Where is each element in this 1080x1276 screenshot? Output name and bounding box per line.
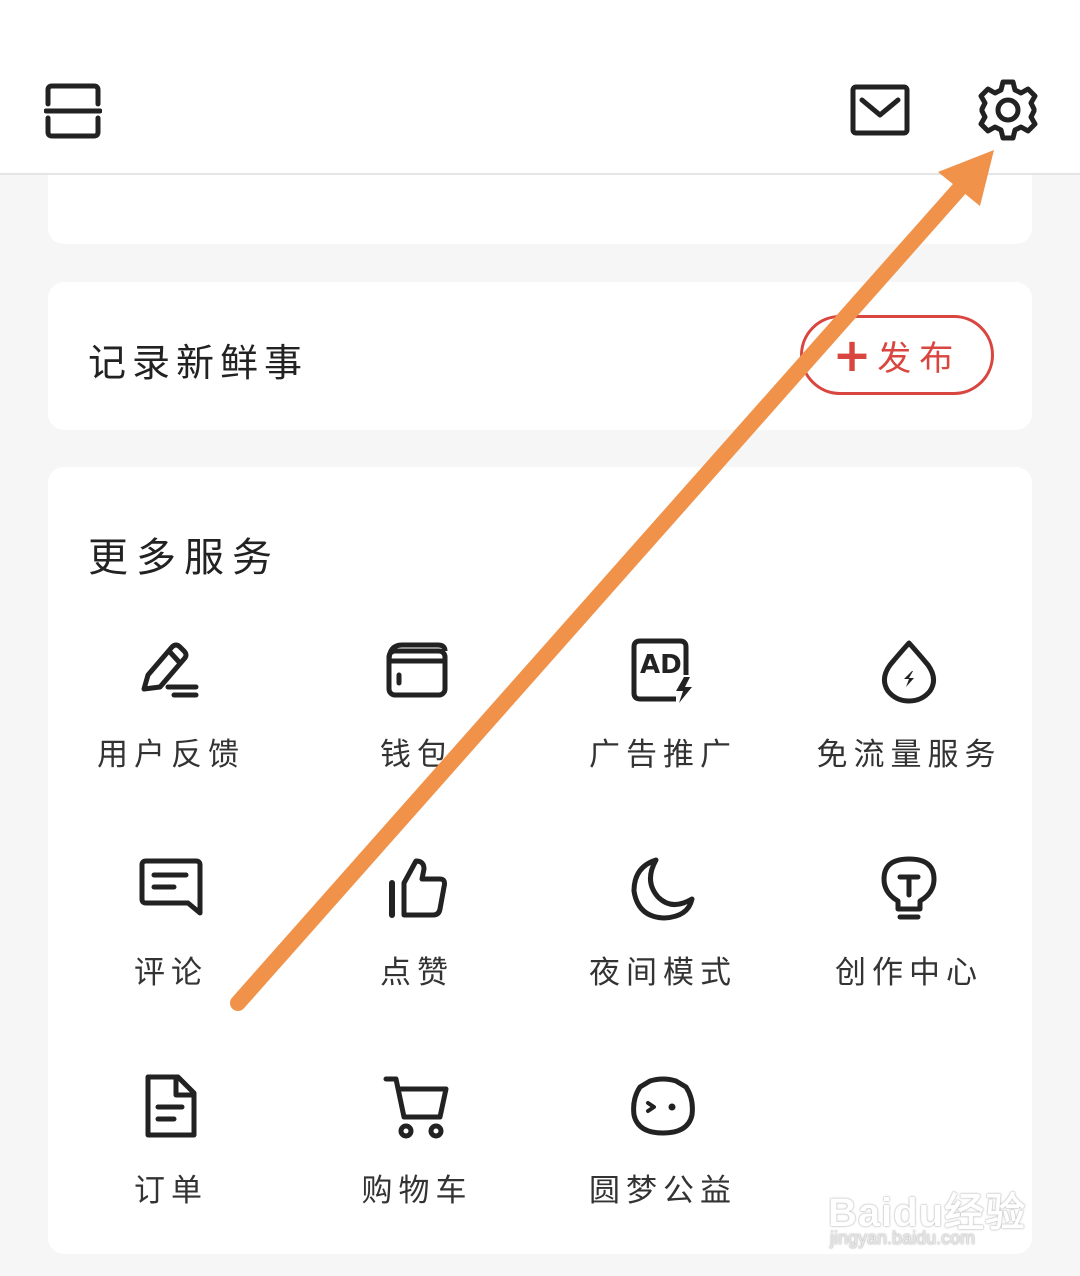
service-creator-center[interactable]: 创作中心 xyxy=(786,845,1032,1045)
post-card: 记录新鲜事 + 发布 xyxy=(48,282,1032,430)
service-orders[interactable]: 订单 xyxy=(48,1063,294,1263)
ad-icon: AD xyxy=(631,638,692,703)
service-label: 订单 xyxy=(134,1173,208,1209)
data-drop-icon xyxy=(882,640,936,704)
service-label: 创作中心 xyxy=(835,955,983,991)
wallet-icon xyxy=(386,642,448,698)
service-likes[interactable]: 点赞 xyxy=(294,845,540,1045)
service-charity[interactable]: 圆梦公益 xyxy=(540,1063,786,1263)
service-ad-promotion[interactable]: AD 广告推广 xyxy=(540,627,786,827)
service-label: 圆梦公益 xyxy=(589,1173,737,1209)
lightbulb-icon xyxy=(881,856,937,920)
scan-icon[interactable] xyxy=(44,82,102,140)
profile-card-bottom xyxy=(48,175,1032,244)
service-label: 评论 xyxy=(134,955,208,991)
publish-button[interactable]: + 发布 xyxy=(800,315,994,395)
gear-icon[interactable] xyxy=(976,78,1040,142)
service-label: 点赞 xyxy=(380,955,454,991)
service-label: 夜间模式 xyxy=(589,955,737,991)
service-label: 钱包 xyxy=(380,737,454,773)
feedback-pencil-icon xyxy=(141,642,199,698)
ad-icon-text: AD xyxy=(640,650,682,680)
service-label: 用户反馈 xyxy=(97,737,245,773)
cart-icon xyxy=(383,1076,449,1139)
service-night-mode[interactable]: 夜间模式 xyxy=(540,845,786,1045)
service-label: 购物车 xyxy=(361,1173,473,1209)
more-services-card: 更多服务 用户反馈 钱包 AD 广告推广 免流量服务 评论 点赞 夜间模式 创作… xyxy=(48,467,1032,1254)
comment-icon xyxy=(139,858,203,916)
top-bar xyxy=(0,0,1080,175)
document-icon xyxy=(145,1074,197,1138)
section-title: 更多服务 xyxy=(88,535,280,581)
service-label: 免流量服务 xyxy=(816,737,1002,773)
plus-icon: + xyxy=(832,328,872,382)
watermark: Baidu经验 jingyan.baidu.com xyxy=(828,1158,1028,1258)
service-label: 广告推广 xyxy=(589,737,737,773)
service-cart[interactable]: 购物车 xyxy=(294,1063,540,1263)
service-comments[interactable]: 评论 xyxy=(48,845,294,1045)
service-feedback[interactable]: 用户反馈 xyxy=(48,627,294,827)
charity-mascot-icon xyxy=(631,1076,695,1136)
watermark-url: jingyan.baidu.com xyxy=(830,1228,976,1248)
service-wallet[interactable]: 钱包 xyxy=(294,627,540,827)
service-data-free[interactable]: 免流量服务 xyxy=(786,627,1032,827)
mail-icon[interactable] xyxy=(850,84,910,136)
thumbs-up-icon xyxy=(389,858,447,918)
post-prompt[interactable]: 记录新鲜事 xyxy=(88,332,308,387)
moon-icon xyxy=(631,857,695,921)
publish-label: 发布 xyxy=(877,338,962,379)
